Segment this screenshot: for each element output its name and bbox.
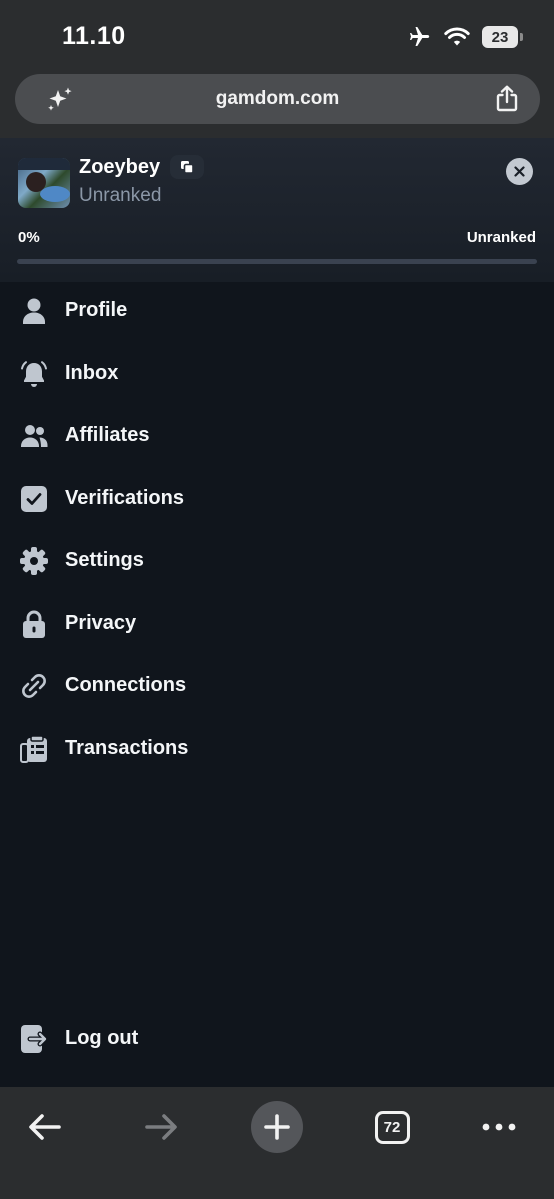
tabs-button[interactable]: 72 [362,1097,422,1157]
copy-username-button[interactable] [170,155,204,179]
menu-item-connections[interactable]: Connections [0,658,554,714]
logout-icon [18,1024,50,1054]
menu-item-privacy[interactable]: Privacy [0,596,554,652]
user-rank: Unranked [79,185,162,206]
menu-label-settings: Settings [65,549,144,571]
battery-level: 23 [491,28,509,46]
menu-item-logout[interactable]: Log out [0,1011,554,1067]
menu-item-inbox[interactable]: Inbox [0,346,554,402]
new-tab-button[interactable] [247,1097,307,1157]
more-icon [482,1123,516,1131]
close-button[interactable] [506,158,533,185]
menu-label-connections: Connections [65,674,187,696]
battery-nub [520,33,523,41]
menu-label-logout: Log out [65,1027,139,1049]
progress-rank: Unranked [466,229,536,246]
menu-item-settings[interactable]: Settings [0,533,554,589]
airplane-icon [410,27,430,46]
lock-icon [18,609,50,639]
menu-item-profile[interactable]: Profile [0,283,554,339]
battery-indicator: 23 [482,26,523,48]
menu-item-affiliates[interactable]: Affiliates [0,408,554,464]
person-icon [18,296,50,326]
menu-label-inbox: Inbox [65,362,119,384]
browser-toolbar: 72 [0,1087,554,1199]
browser-top-bar: gamdom.com [0,72,554,138]
progress-percent: 0% [18,229,40,246]
plus-icon [264,1114,290,1140]
avatar[interactable] [18,158,70,208]
menu-item-verifications[interactable]: Verifications [0,471,554,527]
status-time: 11.10 [62,22,126,50]
arrow-right-icon [145,1114,177,1140]
rank-progress-bar [17,259,537,264]
clipboard-list-icon [18,734,50,764]
close-icon [514,166,525,177]
link-icon [18,671,50,701]
wifi-icon [444,27,470,46]
forward-button[interactable] [131,1097,191,1157]
checkbox-icon [18,484,50,514]
arrow-left-icon [29,1114,61,1140]
menu-label-affiliates: Affiliates [65,424,150,446]
back-button[interactable] [15,1097,75,1157]
tab-count: 72 [374,1110,410,1144]
user-header: Zoeybey Unranked 0% Unranked [0,138,554,282]
menu-item-transactions[interactable]: Transactions [0,721,554,777]
menu-label-profile: Profile [65,299,128,321]
menu-label-privacy: Privacy [65,612,137,634]
share-icon[interactable] [494,85,520,113]
people-icon [18,421,50,451]
url-text[interactable]: gamdom.com [15,88,540,110]
menu-label-verifications: Verifications [65,487,184,509]
more-button[interactable] [469,1097,529,1157]
url-bar[interactable]: gamdom.com [15,74,540,124]
gear-icon [18,546,50,576]
status-icons: 23 [406,24,523,50]
username: Zoeybey [79,156,161,178]
new-tab-circle [251,1101,303,1153]
status-bar: 11.10 23 [0,0,554,72]
bell-icon [18,359,50,389]
menu-label-transactions: Transactions [65,737,189,759]
copy-icon [181,161,194,174]
